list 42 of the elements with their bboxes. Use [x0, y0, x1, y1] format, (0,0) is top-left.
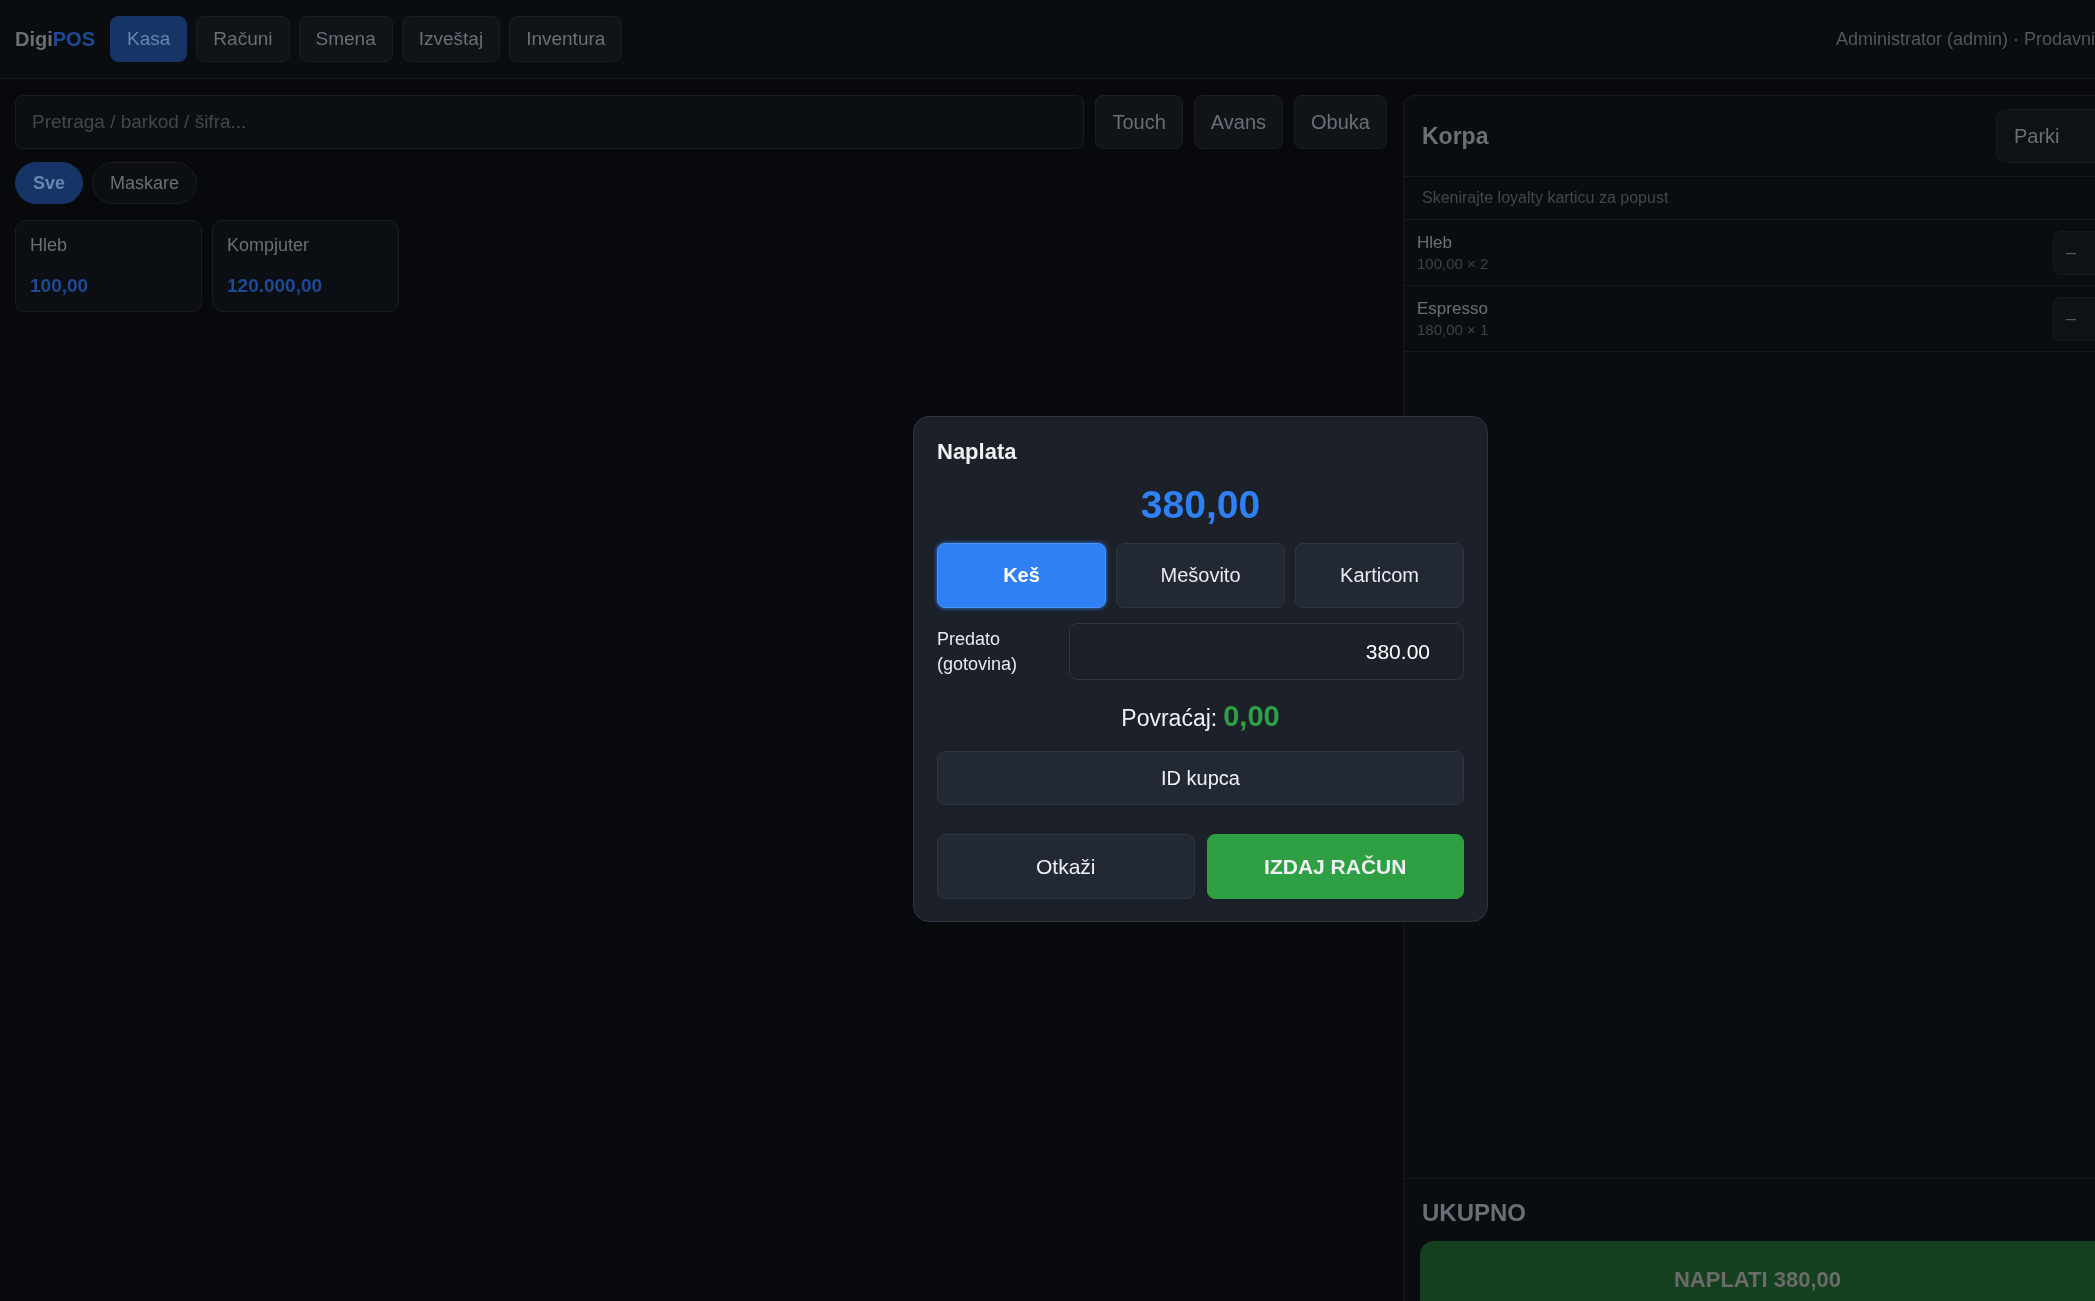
toolbar-button[interactable]: Avans	[1193, 95, 1284, 149]
customer-id-button[interactable]: ID kupca	[937, 751, 1464, 805]
product-card[interactable]: Kompjuter 120.000,00	[212, 220, 399, 312]
tendered-field[interactable]: 380.00	[1069, 623, 1464, 680]
category-chip[interactable]: Maskare	[92, 162, 198, 204]
nav-tab[interactable]: Izveštaj	[401, 16, 501, 62]
payment-method-button[interactable]: Mešovito	[1116, 543, 1285, 608]
nav-tab[interactable]: Računi	[196, 16, 290, 62]
product-name: Kompjuter	[227, 235, 311, 256]
amount-due: 380,00	[1139, 483, 1262, 527]
nav-tab[interactable]: Kasa	[110, 16, 188, 62]
cart-title: Korpa	[1422, 122, 1489, 150]
toolbar-button[interactable]: Obuka	[1294, 95, 1387, 149]
pay-button[interactable]: NAPLATI 380,00	[1420, 1241, 2095, 1301]
minus-button[interactable]: –	[2053, 296, 2095, 341]
nav-tab[interactable]: Inventura	[509, 16, 623, 62]
toolbar-button[interactable]: Touch	[1095, 95, 1183, 149]
product-price: 120.000,00	[227, 275, 324, 297]
change-amount: 0,00	[1223, 700, 1280, 732]
product-card[interactable]: Hleb 100,00	[15, 220, 202, 312]
product-name: Hleb	[30, 235, 69, 256]
parking-button[interactable]: Parki	[1996, 109, 2095, 163]
nav-tab[interactable]: Smena	[298, 16, 393, 62]
total-label: UKUPNO	[1421, 1199, 1527, 1227]
category-chip[interactable]: Sve	[15, 162, 84, 204]
item-detail: 180,00 × 1	[1417, 321, 1489, 338]
item-name: Espresso	[1417, 299, 1489, 319]
minus-button[interactable]: –	[2053, 230, 2095, 275]
cancel-button[interactable]: Otkaži	[937, 834, 1195, 899]
tendered-label: Predato (gotovina)	[937, 627, 1019, 676]
search-field[interactable]: Pretraga / barkod / šifra...	[15, 95, 1085, 149]
product-price: 100,00	[30, 275, 90, 297]
logo: DigiPOS	[15, 27, 96, 51]
loyalty-hint: Skenirajte loyalty karticu za popust	[1404, 177, 2095, 220]
change-label: Povraćaj:	[1121, 705, 1218, 731]
item-detail: 100,00 × 2	[1417, 255, 1489, 272]
payment-method-button[interactable]: Keš	[937, 543, 1106, 608]
payment-method-button[interactable]: Karticom	[1295, 543, 1464, 608]
dialog-title: Naplata	[937, 439, 1018, 465]
item-name: Hleb	[1417, 233, 1453, 253]
user-label: Administrator (admin) · Prodavni	[1835, 28, 2095, 50]
issue-receipt-button[interactable]: IZDAJ RAČUN	[1206, 834, 1464, 899]
